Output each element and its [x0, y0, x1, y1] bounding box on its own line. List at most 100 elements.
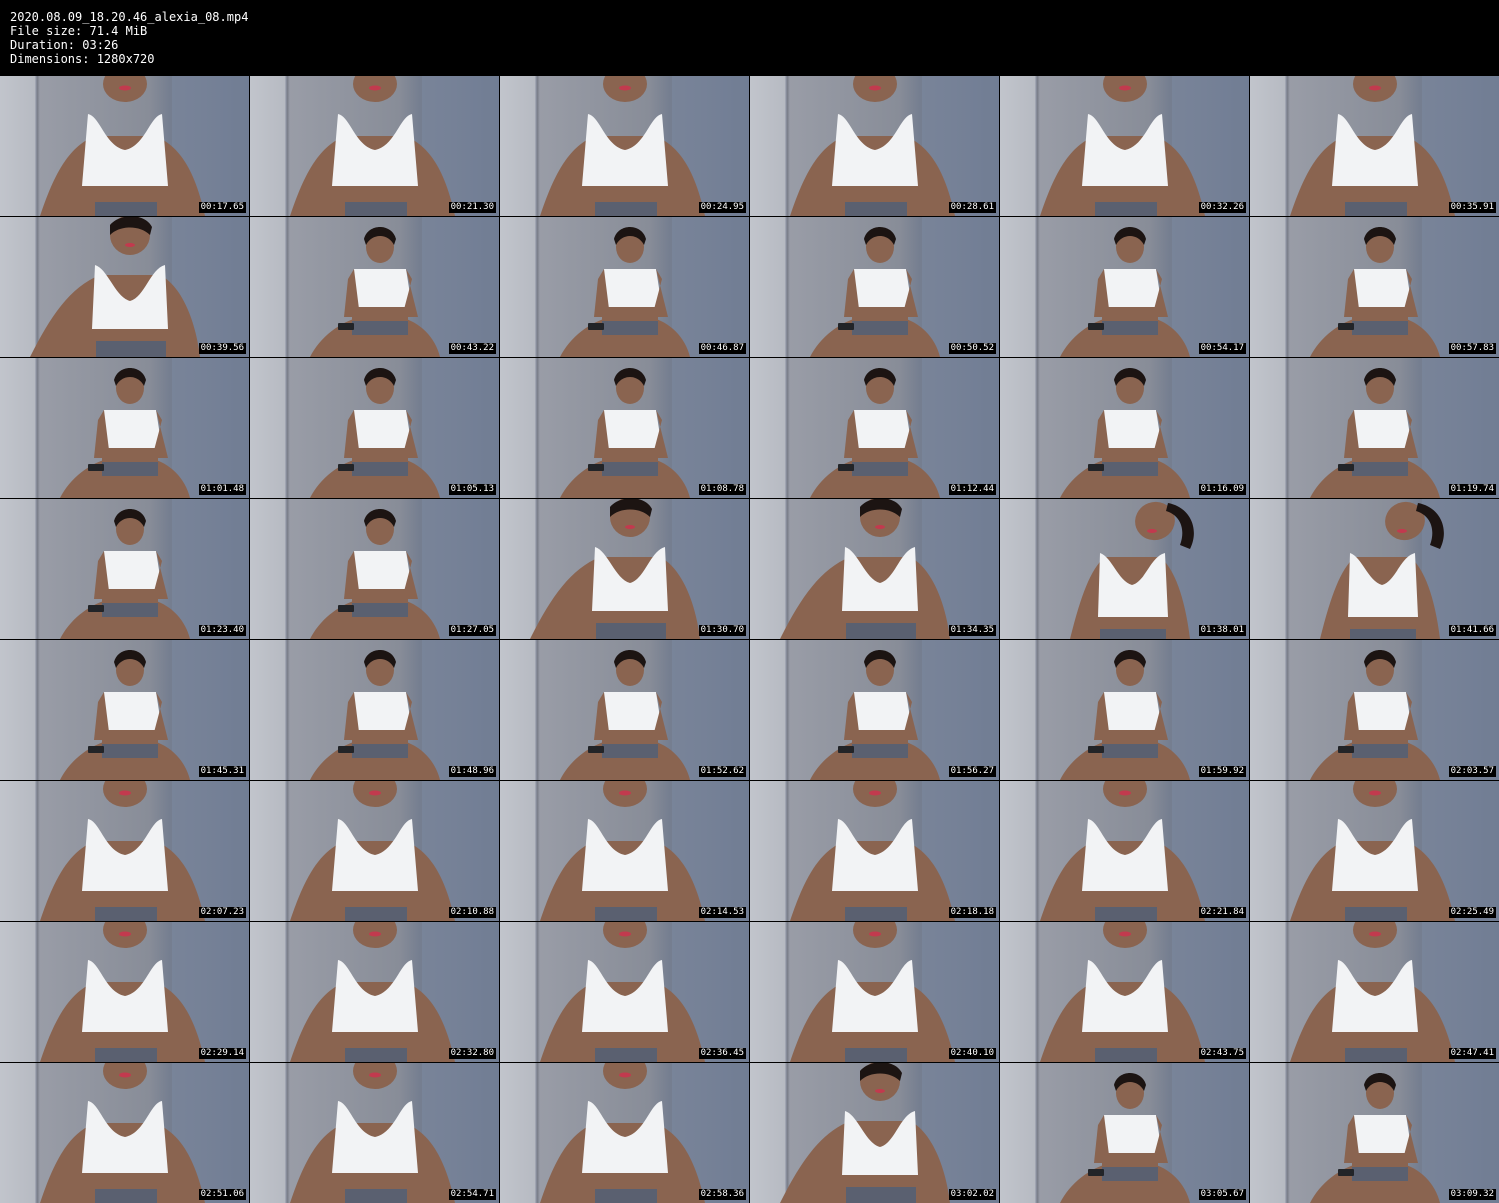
video-frame-thumbnail: 00:43.22	[250, 217, 499, 357]
video-frame-thumbnail: 01:30.70	[500, 499, 749, 639]
frame-image	[1000, 217, 1249, 357]
video-frame-thumbnail: 00:24.95	[500, 76, 749, 216]
frame-timestamp: 02:25.49	[1448, 907, 1496, 918]
frame-timestamp: 02:36.45	[698, 1048, 746, 1059]
dimensions: Dimensions: 1280x720	[10, 52, 155, 66]
file-size: File size: 71.4 MiB	[10, 24, 148, 38]
video-frame-thumbnail: 01:01.48	[0, 358, 249, 498]
frame-timestamp: 00:39.56	[198, 343, 246, 354]
frame-image	[1250, 922, 1499, 1062]
frame-timestamp: 01:01.48	[198, 484, 246, 495]
frame-timestamp: 02:29.14	[198, 1048, 246, 1059]
video-frame-thumbnail: 01:05.13	[250, 358, 499, 498]
frame-image	[0, 1063, 249, 1203]
frame-image	[0, 499, 249, 639]
frame-image	[500, 217, 749, 357]
video-frame-thumbnail: 02:40.10	[750, 922, 999, 1062]
frame-image	[1000, 1063, 1249, 1203]
frame-timestamp: 02:40.10	[948, 1048, 996, 1059]
frame-image	[1000, 640, 1249, 780]
video-frame-thumbnail: 01:19.74	[1250, 358, 1499, 498]
frame-timestamp: 01:30.70	[698, 625, 746, 636]
video-frame-thumbnail: 01:27.05	[250, 499, 499, 639]
frame-image	[0, 358, 249, 498]
frame-image	[0, 922, 249, 1062]
frame-timestamp: 01:12.44	[948, 484, 996, 495]
frame-timestamp: 03:05.67	[1198, 1189, 1246, 1200]
frame-image	[250, 217, 499, 357]
video-frame-thumbnail: 02:51.06	[0, 1063, 249, 1203]
video-frame-thumbnail: 01:38.01	[1000, 499, 1249, 639]
frame-image	[500, 1063, 749, 1203]
frame-timestamp: 01:56.27	[948, 766, 996, 777]
frame-timestamp: 02:21.84	[1198, 907, 1246, 918]
frame-timestamp: 00:43.22	[448, 343, 496, 354]
frame-image	[750, 499, 999, 639]
frame-timestamp: 01:08.78	[698, 484, 746, 495]
video-frame-thumbnail: 01:41.66	[1250, 499, 1499, 639]
video-frame-thumbnail: 02:47.41	[1250, 922, 1499, 1062]
info-header: 2020.08.09_18.20.46_alexia_08.mp4 File s…	[0, 0, 1499, 76]
frame-image	[750, 781, 999, 921]
frame-image	[750, 1063, 999, 1203]
frame-image	[1250, 358, 1499, 498]
video-frame-thumbnail: 01:34.35	[750, 499, 999, 639]
video-frame-thumbnail: 02:18.18	[750, 781, 999, 921]
frame-timestamp: 03:09.32	[1448, 1189, 1496, 1200]
frame-image	[0, 217, 249, 357]
frame-timestamp: 01:05.13	[448, 484, 496, 495]
frame-timestamp: 00:57.83	[1448, 343, 1496, 354]
video-frame-thumbnail: 02:43.75	[1000, 922, 1249, 1062]
frame-timestamp: 00:24.95	[698, 202, 746, 213]
frame-timestamp: 00:28.61	[948, 202, 996, 213]
frame-timestamp: 00:46.87	[698, 343, 746, 354]
frame-image	[500, 358, 749, 498]
frame-timestamp: 03:02.02	[948, 1189, 996, 1200]
frame-timestamp: 01:59.92	[1198, 766, 1246, 777]
frame-image	[500, 640, 749, 780]
frame-image	[1250, 781, 1499, 921]
frame-image	[500, 781, 749, 921]
video-frame-thumbnail: 03:09.32	[1250, 1063, 1499, 1203]
frame-image	[250, 499, 499, 639]
frame-image	[1000, 922, 1249, 1062]
video-frame-thumbnail: 03:02.02	[750, 1063, 999, 1203]
frame-timestamp: 01:27.05	[448, 625, 496, 636]
frame-image	[250, 358, 499, 498]
frame-timestamp: 00:50.52	[948, 343, 996, 354]
frame-image	[0, 76, 249, 216]
frame-timestamp: 02:43.75	[1198, 1048, 1246, 1059]
video-frame-thumbnail: 02:54.71	[250, 1063, 499, 1203]
video-frame-thumbnail: 02:32.80	[250, 922, 499, 1062]
frame-timestamp: 00:35.91	[1448, 202, 1496, 213]
frame-image	[250, 922, 499, 1062]
video-frame-thumbnail: 02:36.45	[500, 922, 749, 1062]
video-frame-thumbnail: 00:46.87	[500, 217, 749, 357]
frame-timestamp: 02:14.53	[698, 907, 746, 918]
frame-timestamp: 01:52.62	[698, 766, 746, 777]
video-frame-thumbnail: 02:14.53	[500, 781, 749, 921]
frame-timestamp: 02:51.06	[198, 1189, 246, 1200]
frame-image	[750, 217, 999, 357]
frame-image	[0, 640, 249, 780]
frame-timestamp: 01:38.01	[1198, 625, 1246, 636]
video-frame-thumbnail: 02:58.36	[500, 1063, 749, 1203]
frame-image	[1000, 499, 1249, 639]
frame-timestamp: 02:47.41	[1448, 1048, 1496, 1059]
video-frame-thumbnail: 01:48.96	[250, 640, 499, 780]
frame-image	[1000, 781, 1249, 921]
frame-timestamp: 01:34.35	[948, 625, 996, 636]
video-frame-thumbnail: 00:57.83	[1250, 217, 1499, 357]
frame-timestamp: 02:07.23	[198, 907, 246, 918]
frame-timestamp: 01:19.74	[1448, 484, 1496, 495]
video-frame-thumbnail: 01:23.40	[0, 499, 249, 639]
frame-timestamp: 02:03.57	[1448, 766, 1496, 777]
frame-timestamp: 01:23.40	[198, 625, 246, 636]
frame-image	[0, 781, 249, 921]
frame-timestamp: 00:21.30	[448, 202, 496, 213]
file-name: 2020.08.09_18.20.46_alexia_08.mp4	[10, 10, 249, 24]
video-frame-thumbnail: 01:12.44	[750, 358, 999, 498]
video-frame-thumbnail: 00:35.91	[1250, 76, 1499, 216]
frame-timestamp: 01:48.96	[448, 766, 496, 777]
frame-image	[1000, 76, 1249, 216]
